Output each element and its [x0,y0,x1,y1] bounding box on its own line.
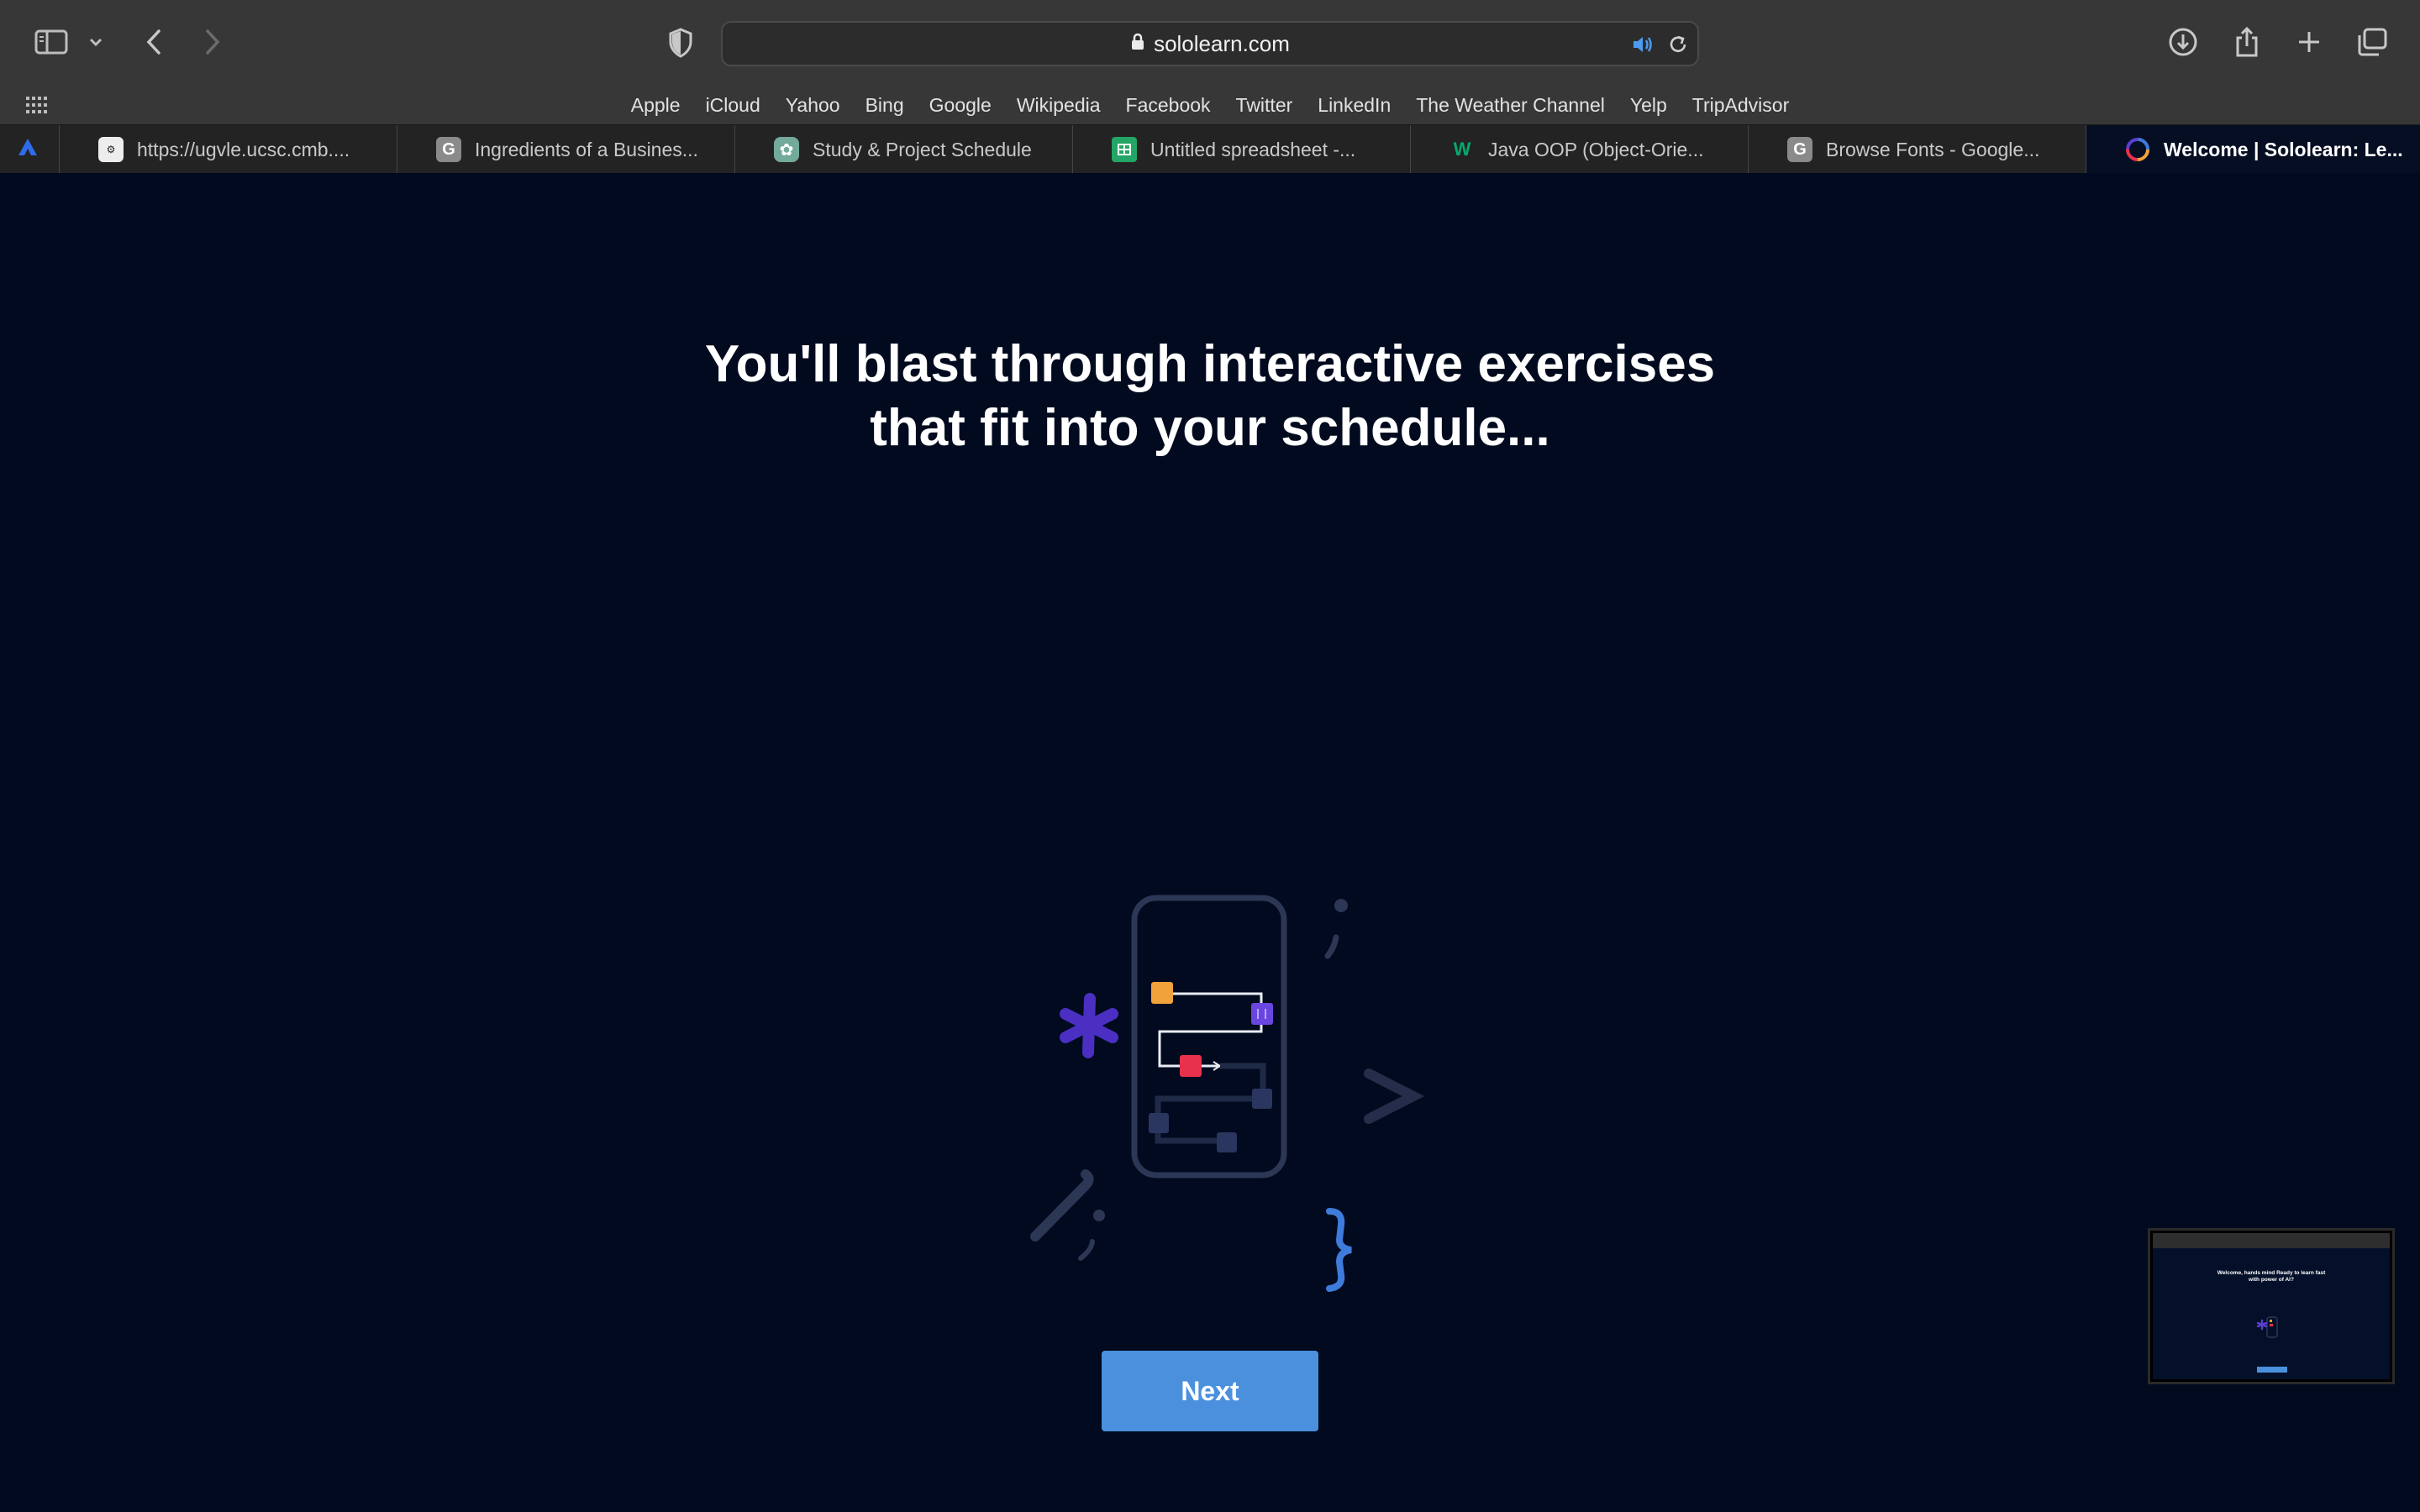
preview-illustration [2256,1316,2278,1338]
node-purple [1251,1003,1273,1025]
downloads-icon[interactable] [2166,25,2200,59]
semicolon-tail-bottom [1078,1239,1095,1261]
lock-icon [1130,31,1145,57]
bookmark-icloud[interactable]: iCloud [706,94,760,117]
tab-bar: ⚙ https://ugvle.ucsc.cmb.... G Ingredien… [0,124,2420,174]
bookmark-facebook[interactable]: Facebook [1126,94,1211,117]
preview-body: Welcome, hands mind Ready to learn fast … [2153,1248,2390,1379]
chevron-down-icon[interactable] [86,32,106,52]
sheets-favicon-icon [1112,137,1137,162]
bookmarks-bar: Apple iCloud Yahoo Bing Google Wikipedia… [0,86,2420,124]
preview-title-line-1: Welcome, hands mind Ready to learn fast [2217,1270,2326,1276]
bookmark-linkedin[interactable]: LinkedIn [1318,94,1391,117]
bookmark-wikipedia[interactable]: Wikipedia [1017,94,1101,117]
page-headline: You'll blast through interactive exercis… [0,333,2420,460]
chatgpt-favicon-icon: ✿ [774,137,799,162]
next-button[interactable]: Next [1102,1351,1318,1431]
semicolon-dot-top [1334,899,1348,912]
bookmark-apple[interactable]: Apple [631,94,681,117]
google-g-favicon-icon: G [1787,137,1812,162]
preview-title: Welcome, hands mind Ready to learn fast … [2153,1270,2390,1284]
tab-title: Java OOP (Object-Orie... [1488,138,1704,160]
tab-title: Ingredients of a Busines... [475,138,698,160]
tab-title: https://ugvle.ucsc.cmb.... [137,138,350,160]
slash-glyph [1030,1169,1094,1242]
bookmark-yelp[interactable]: Yelp [1630,94,1667,117]
exercise-illustration [941,711,1445,1299]
address-text: sololearn.com [1154,30,1290,56]
semicolon-dot-bottom [1093,1210,1105,1221]
tab-pinned[interactable] [0,125,59,174]
page-content: You'll blast through interactive exercis… [0,173,2420,1512]
semicolon-tail-top [1324,934,1339,959]
google-g-favicon-icon: G [436,137,461,162]
tab-title: Untitled spreadsheet -... [1150,138,1356,160]
tab-java-oop[interactable]: W Java OOP (Object-Orie... [1410,125,1748,174]
forward-icon[interactable] [198,25,227,59]
tab-sololearn-active[interactable]: Welcome | Sololearn: Le... [2086,125,2420,174]
tab-spreadsheet[interactable]: Untitled spreadsheet -... [1072,125,1410,174]
node-red [1180,1055,1202,1077]
bookmark-tripadvisor[interactable]: TripAdvisor [1692,94,1789,117]
tab-title: Browse Fonts - Google... [1826,138,2040,160]
node-orange [1151,982,1173,1004]
bookmark-twitter[interactable]: Twitter [1236,94,1293,117]
bookmark-bing[interactable]: Bing [865,94,904,117]
reload-icon[interactable] [1665,32,1691,57]
curly-brace-glyph [1326,1208,1352,1292]
share-icon[interactable] [2230,24,2264,60]
sidebar-toggle-icon[interactable] [34,27,69,57]
tab-overview-icon[interactable] [2354,25,2390,59]
tab-title: Study & Project Schedule [813,138,1032,160]
bookmark-weather-channel[interactable]: The Weather Channel [1416,94,1605,117]
audio-playing-icon[interactable] [1630,32,1655,57]
node-dim-3 [1217,1132,1237,1152]
tab-browse-fonts[interactable]: G Browse Fonts - Google... [1748,125,2086,174]
preview-chrome [2153,1233,2390,1248]
bookmark-list: Apple iCloud Yahoo Bing Google Wikipedia… [0,86,2420,124]
pinned-tab-icon [17,137,39,162]
headline-line-2: that fit into your schedule... [870,399,1550,457]
preview-title-line-2: with power of AI? [2249,1277,2294,1283]
new-tab-icon[interactable] [2292,25,2326,59]
headline-line-1: You'll blast through interactive exercis… [704,335,1716,393]
sololearn-favicon-icon [2125,137,2150,162]
window-preview-thumbnail[interactable]: Welcome, hands mind Ready to learn fast … [2148,1228,2395,1384]
node-dim-2 [1149,1113,1169,1133]
tab-ingredients[interactable]: G Ingredients of a Busines... [397,125,734,174]
w3schools-favicon-icon: W [1453,139,1471,160]
ucsc-favicon-icon: ⚙ [98,137,124,162]
bookmark-google[interactable]: Google [929,94,992,117]
greater-than-glyph [1364,1068,1425,1124]
browser-toolbar: sololearn.com [0,0,2420,86]
back-icon[interactable] [139,25,168,59]
tab-study-schedule[interactable]: ✿ Study & Project Schedule [734,125,1072,174]
asterisk-glyph [1060,993,1118,1058]
bookmark-yahoo[interactable]: Yahoo [786,94,840,117]
address-bar[interactable]: sololearn.com [721,21,1699,66]
privacy-shield-icon[interactable] [664,25,697,60]
tab-ugvle[interactable]: ⚙ https://ugvle.ucsc.cmb.... [59,125,397,174]
preview-button [2257,1367,2287,1373]
node-dim-1 [1252,1089,1272,1109]
tab-title: Welcome | Sololearn: Le... [2164,138,2403,160]
